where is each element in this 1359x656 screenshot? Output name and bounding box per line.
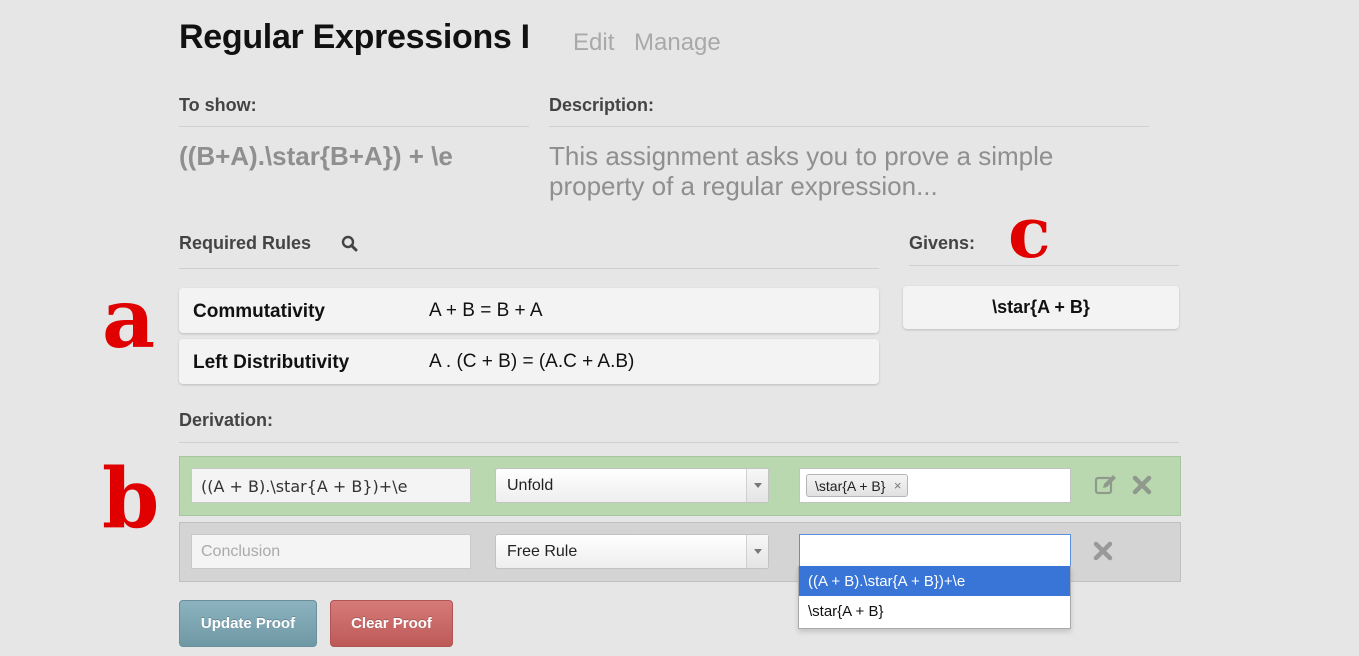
annotation-a: a [102, 271, 156, 367]
premise-chip[interactable]: \star{A + B} × [806, 474, 909, 497]
conclusion-input[interactable]: Conclusion [191, 534, 471, 569]
premises-input[interactable]: \star{A + B} × [799, 468, 1071, 503]
premises-dropdown: ((A + B).\star{A + B})+\e \star{A + B} [798, 566, 1071, 629]
page-title: Regular Expressions I [179, 18, 530, 56]
derivation-row-1: ((A + B).\star{A + B})+\e Unfold \star{A… [179, 456, 1181, 516]
annotation-c: c [1008, 191, 1051, 274]
premises-search-input[interactable] [799, 534, 1071, 569]
dropdown-option[interactable]: \star{A + B} [799, 596, 1070, 626]
premise-chip-label: \star{A + B} [815, 478, 886, 494]
given-item[interactable]: \star{A + B} [903, 286, 1179, 329]
description-divider [549, 126, 1149, 127]
expression-input[interactable]: ((A + B).\star{A + B})+\e [191, 468, 471, 503]
rule-select[interactable]: Free Rule [495, 534, 769, 569]
search-icon[interactable] [340, 234, 360, 254]
clear-proof-button[interactable]: Clear Proof [330, 600, 453, 647]
rule-name: Left Distributivity [193, 352, 350, 373]
givens-label: Givens: [909, 233, 976, 253]
description-text: This assignment asks you to prove a simp… [549, 141, 1054, 201]
rule-select-value: Free Rule [507, 543, 578, 560]
update-proof-button[interactable]: Update Proof [179, 600, 317, 647]
rule-card-left-distributivity[interactable]: Left Distributivity A . (C + B) = (A.C +… [179, 339, 879, 384]
description-label: Description: [549, 95, 655, 115]
manage-link[interactable]: Manage [634, 29, 721, 57]
chevron-down-icon [746, 535, 768, 568]
dropdown-option[interactable]: ((A + B).\star{A + B})+\e [799, 566, 1070, 596]
rule-card-commutativity[interactable]: Commutativity A + B = B + A [179, 288, 879, 333]
edit-link[interactable]: Edit [573, 29, 614, 57]
derivation-divider [179, 442, 1179, 443]
rule-formula: A . (C + B) = (A.C + A.B) [429, 351, 635, 372]
to-show-label: To show: [179, 95, 257, 115]
rule-formula: A + B = B + A [429, 300, 543, 321]
to-show-divider [179, 126, 529, 127]
rule-name: Commutativity [193, 301, 325, 322]
chevron-down-icon [746, 469, 768, 502]
rule-select-value: Unfold [507, 477, 554, 494]
required-rules-label: Required Rules [179, 233, 312, 253]
edit-icon[interactable] [1094, 473, 1118, 502]
to-show-expression: ((B+A).\star{B+A}) + \e [179, 141, 453, 171]
delete-icon[interactable] [1092, 540, 1114, 567]
delete-icon[interactable] [1131, 474, 1153, 501]
rule-select[interactable]: Unfold [495, 468, 769, 503]
annotation-b: b [102, 451, 160, 547]
derivation-label: Derivation: [179, 410, 274, 430]
chip-remove-icon[interactable]: × [894, 478, 902, 493]
required-rules-divider [179, 268, 879, 269]
